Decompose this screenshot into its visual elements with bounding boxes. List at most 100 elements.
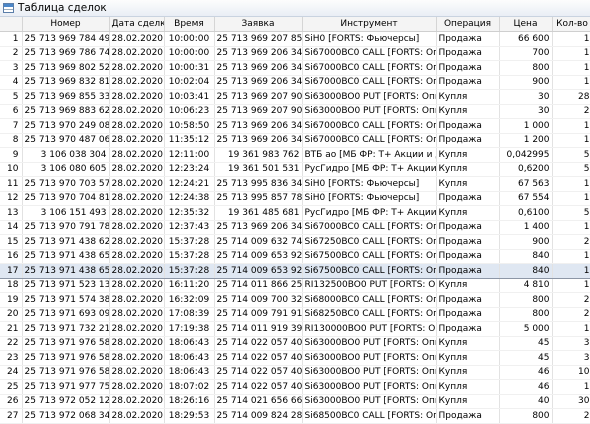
table-row[interactable]: 23 25 713 971 976 584 28.02.2020 18:06:43 25…: [0, 350, 590, 366]
table-row[interactable]: 7 25 713 970 249 088 28.02.2020 10:58:50 25 …: [0, 118, 590, 134]
table-row[interactable]: 26 25 713 972 052 129 28.02.2020 18:26:16 25…: [0, 394, 590, 409]
number-cell: 25 713 970 791 788: [22, 220, 110, 235]
table-row[interactable]: 16 25 713 971 438 655 28.02.2020 15:37:28 25…: [0, 249, 590, 264]
number-cell: 25 713 971 693 097: [22, 307, 110, 322]
table-row[interactable]: 1 25 713 969 784 495 28.02.2020 10:00:00 25 …: [0, 31, 590, 47]
operation-cell: Продажа: [436, 220, 500, 235]
number-cell: 25 713 972 068 346: [22, 408, 110, 424]
quantity-cell: 1: [552, 249, 590, 264]
table-row[interactable]: 22 25 713 971 976 583 28.02.2020 18:06:43 25…: [0, 336, 590, 351]
table-row[interactable]: 19 25 713 971 574 384 28.02.2020 16:32:09 25…: [0, 292, 590, 308]
table-row[interactable]: 20 25 713 971 693 097 28.02.2020 17:08:39 25…: [0, 307, 590, 322]
number-cell: 25 713 970 704 811: [22, 191, 110, 206]
instrument-cell: SiH0 [FORTS: Фьючерсы]: [302, 176, 437, 192]
price-cell: 800: [499, 60, 553, 76]
number-cell: 25 713 971 438 655: [22, 249, 110, 264]
order-cell: 25 713 969 206 344: [214, 133, 303, 148]
column-header-time[interactable]: Время: [164, 17, 215, 32]
table-row[interactable]: 4 25 713 969 832 816 28.02.2020 10:02:04 25 …: [0, 75, 590, 90]
time-cell: 18:06:43: [164, 365, 215, 380]
trade-date-cell: 28.02.2020: [109, 220, 165, 235]
table-row[interactable]: 93 106 038 304 28.02.2020 12:11:00 19 361 9…: [0, 147, 590, 163]
number-cell: 25 713 971 732 213: [22, 321, 110, 337]
price-cell: 30: [499, 89, 553, 105]
column-header-number[interactable]: Номер: [22, 17, 110, 32]
operation-cell: Купля: [436, 365, 500, 380]
column-header-order[interactable]: Заявка: [214, 17, 303, 32]
number-cell: 25 713 971 438 656: [22, 263, 110, 279]
table-row[interactable]: 6 25 713 969 883 625 28.02.2020 10:06:23 25 …: [0, 104, 590, 119]
column-header-trade-date[interactable]: Дата сделки: [109, 17, 165, 32]
table-row[interactable]: 5 25 713 969 855 330 28.02.2020 10:03:41 25 …: [0, 89, 590, 105]
operation-cell: Купля: [436, 394, 500, 409]
instrument-cell: Si67000BC0 CALL [FORTS: Опци: [302, 220, 437, 235]
order-cell: 19 361 485 681: [214, 205, 303, 221]
quantity-cell: 28: [552, 89, 590, 105]
operation-cell: Продажа: [436, 292, 500, 308]
time-cell: 18:06:43: [164, 350, 215, 366]
column-header-rownum[interactable]: [0, 17, 23, 32]
number-cell: 25 713 969 802 522: [22, 60, 110, 76]
table-row[interactable]: 3 25 713 969 802 522 28.02.2020 10:00:31 25 …: [0, 60, 590, 76]
price-cell: 30: [499, 104, 553, 119]
trade-date-cell: 28.02.2020: [109, 191, 165, 206]
table-row[interactable]: 18 25 713 971 523 134 28.02.2020 16:11:20 25…: [0, 278, 590, 293]
row-number-cell: 1: [0, 31, 23, 47]
column-header-price[interactable]: Цена: [499, 17, 553, 32]
table-row[interactable]: 15 25 713 971 438 627 28.02.2020 15:37:28 25…: [0, 234, 590, 250]
row-number-cell: 2: [0, 46, 23, 61]
table-row[interactable]: 12 25 713 970 704 811 28.02.2020 12:24:38 25…: [0, 191, 590, 206]
number-cell: 25 713 971 976 585: [22, 365, 110, 380]
order-cell: 25 714 009 824 287: [214, 408, 303, 424]
time-cell: 10:00:00: [164, 46, 215, 61]
trade-date-cell: 28.02.2020: [109, 350, 165, 366]
table-row[interactable]: 25 25 713 971 977 754 28.02.2020 18:07:02 25…: [0, 379, 590, 395]
table-row[interactable]: 8 25 713 970 487 061 28.02.2020 11:35:12 25 …: [0, 133, 590, 148]
row-number-cell: 4: [0, 75, 23, 90]
time-cell: 10:06:23: [164, 104, 215, 119]
table-row[interactable]: 17 25 713 971 438 656 28.02.2020 15:37:28 25…: [0, 263, 590, 279]
quantity-cell: 1: [552, 75, 590, 90]
column-header-instrument[interactable]: Инструмент: [302, 17, 437, 32]
table-row[interactable]: 21 25 713 971 732 213 28.02.2020 17:19:38 25…: [0, 321, 590, 337]
quantity-cell: 3: [552, 336, 590, 351]
column-header-operation[interactable]: Операция: [436, 17, 500, 32]
time-cell: 12:37:43: [164, 220, 215, 235]
instrument-cell: Si67500BC0 CALL [FORTS: Опци: [302, 263, 437, 279]
time-cell: 16:32:09: [164, 292, 215, 308]
table-row[interactable]: 11 25 713 970 703 578 28.02.2020 12:24:21 25…: [0, 176, 590, 192]
operation-cell: Продажа: [436, 118, 500, 134]
operation-cell: Купля: [436, 89, 500, 105]
price-cell: 67 563: [499, 176, 553, 192]
price-cell: 45: [499, 350, 553, 366]
table-row[interactable]: 13 3 106 151 493 28.02.2020 12:35:32 19 361 …: [0, 205, 590, 221]
table-row[interactable]: 24 25 713 971 976 585 28.02.2020 18:06:43 25…: [0, 365, 590, 380]
table-row[interactable]: 14 25 713 970 791 788 28.02.2020 12:37:43 25…: [0, 220, 590, 235]
quantity-cell: 2: [552, 104, 590, 119]
number-cell: 25 713 971 976 583: [22, 336, 110, 351]
trade-date-cell: 28.02.2020: [109, 89, 165, 105]
order-cell: 19 361 501 531: [214, 162, 303, 177]
number-cell: 25 713 971 976 584: [22, 350, 110, 366]
order-cell: 25 713 969 207 908: [214, 89, 303, 105]
order-cell: 25 714 022 057 400: [214, 379, 303, 395]
row-number-cell: 24: [0, 365, 23, 380]
operation-cell: Купля: [436, 176, 500, 192]
time-cell: 15:37:28: [164, 249, 215, 264]
trade-date-cell: 28.02.2020: [109, 75, 165, 90]
operation-cell: Продажа: [436, 31, 500, 47]
instrument-cell: Si63000BO0 PUT [FORTS: Опци: [302, 394, 437, 409]
quantity-cell: 1: [552, 321, 590, 337]
trade-date-cell: 28.02.2020: [109, 321, 165, 337]
order-cell: 25 713 969 206 342: [214, 75, 303, 90]
trades-table[interactable]: Номер Дата сделки Время Заявка Инструмен…: [0, 17, 590, 424]
column-header-quantity[interactable]: Кол-во: [552, 17, 590, 32]
operation-cell: Продажа: [436, 321, 500, 337]
price-cell: 1 000: [499, 118, 553, 134]
row-number-cell: 10: [0, 162, 23, 177]
table-row[interactable]: 2 25 713 969 786 745 28.02.2020 10:00:00 25 …: [0, 46, 590, 61]
table-row[interactable]: 27 25 713 972 068 346 28.02.2020 18:29:53 25…: [0, 408, 590, 424]
table-row[interactable]: 10 3 106 080 605 28.02.2020 12:23:24 19 361 …: [0, 162, 590, 177]
quantity-cell: 1: [552, 118, 590, 134]
trade-date-cell: 28.02.2020: [109, 205, 165, 221]
